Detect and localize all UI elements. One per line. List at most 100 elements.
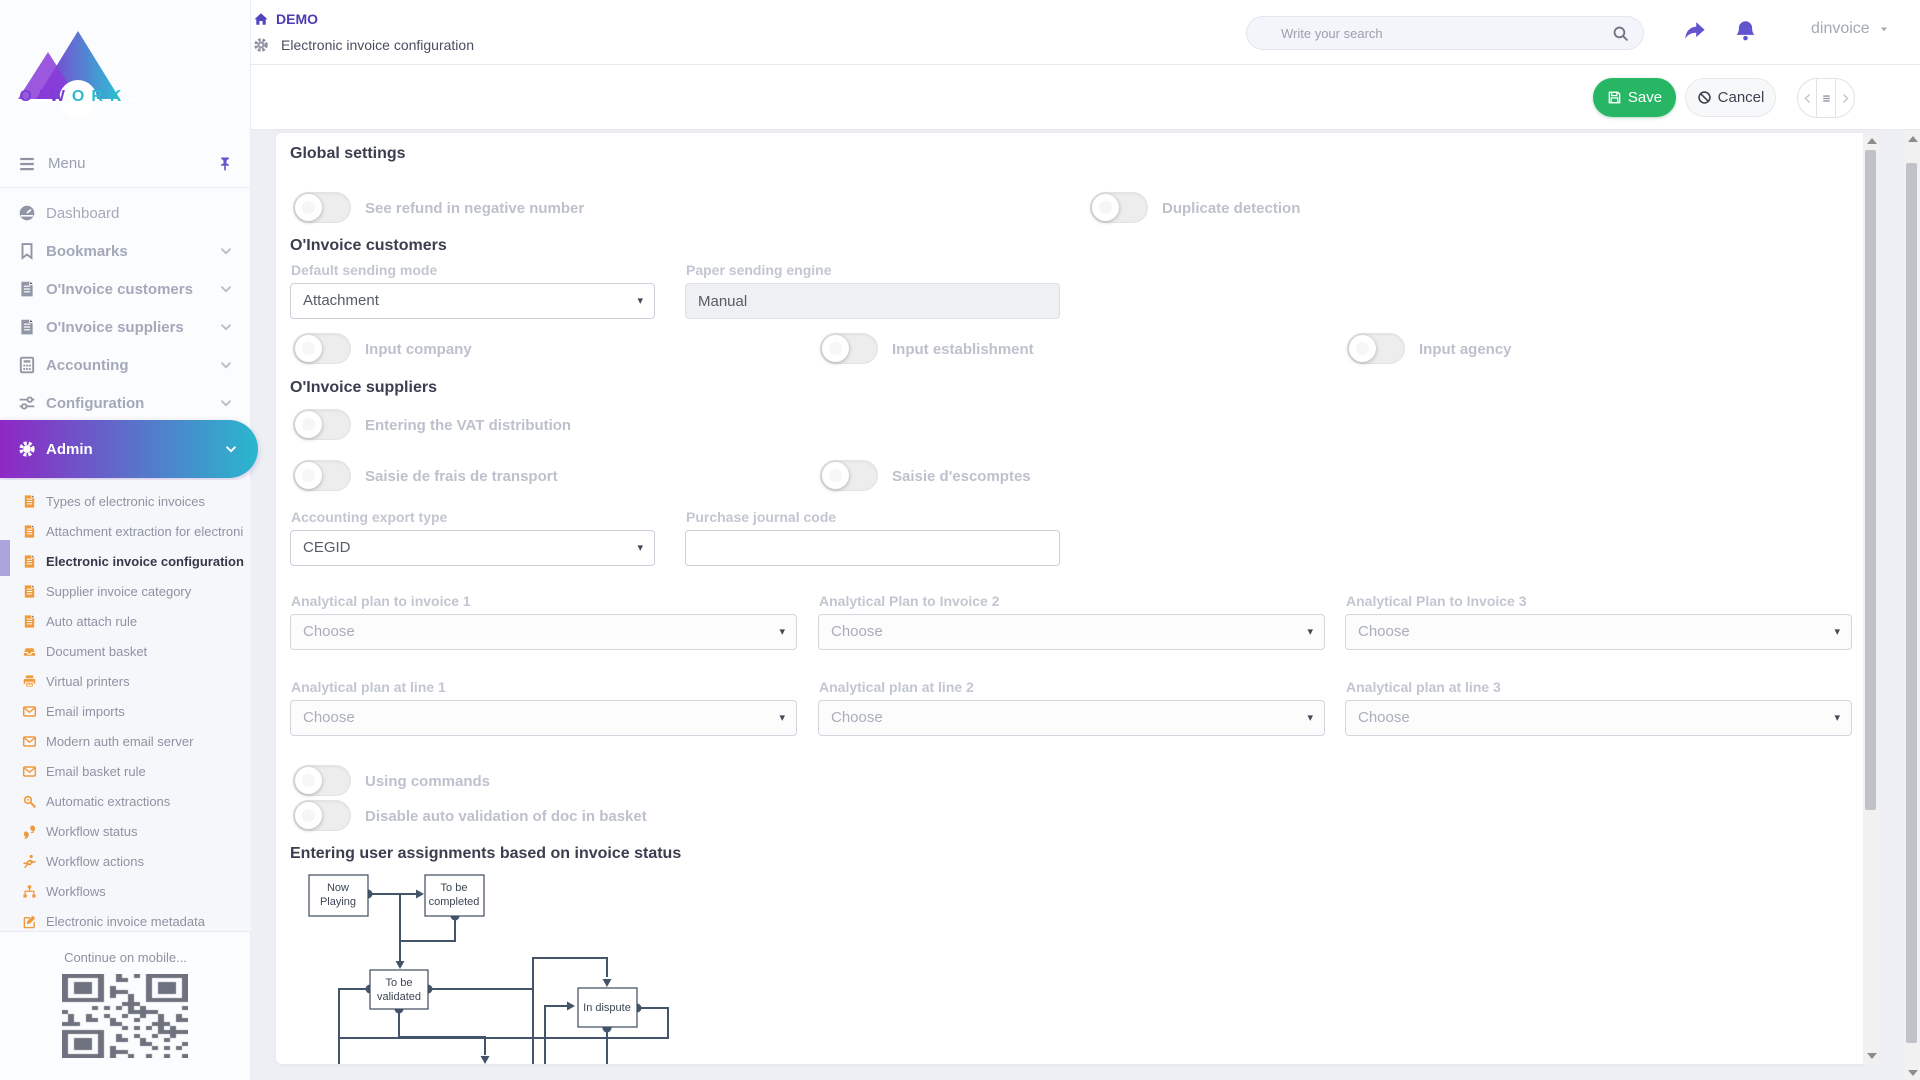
submenu-item-email-imports[interactable]: Email imports [0,696,251,726]
submenu-item-email-basket-rule[interactable]: Email basket rule [0,756,251,786]
analytical-plan-invoice-1-select[interactable]: Choose▾ [290,614,797,650]
panel-scrollbar[interactable] [1863,133,1879,1064]
toggle-label-input-establishment: Input establishment [892,341,1034,358]
svg-text:validated: validated [377,991,421,1003]
paper-sending-engine-input [685,283,1060,319]
submenu-item-auto-attach-rule[interactable]: Auto attach rule [0,606,251,636]
sidebar-nav: Dashboard Bookmarks O'Invoice customers … [0,194,251,422]
field-label-paper-sending-engine: Paper sending engine [686,262,831,278]
toggle-saisie-escomptes[interactable] [820,460,878,491]
select-caret-icon: ▾ [779,701,785,735]
bell-icon[interactable] [1734,19,1757,42]
breadcrumb-home[interactable]: DEMO [253,11,318,27]
page-title: Electronic invoice configuration [281,37,474,53]
toggle-label-disable-auto: Disable auto validation of doc in basket [365,808,647,825]
header-divider-top [251,64,1920,65]
workflow-node-to-be-validated[interactable] [370,970,428,1009]
chevron-down-icon [219,396,233,410]
toggle-label-refund: See refund in negative number [365,200,584,217]
svg-text:Playing: Playing [320,896,356,908]
breadcrumb-page: Electronic invoice configuration [253,37,474,53]
svg-text:In dispute: In dispute [583,1002,631,1014]
caret-down-icon [1878,23,1890,35]
select-caret-icon: ▾ [1307,615,1313,649]
chevron-down-icon [219,320,233,334]
default-sending-mode-select[interactable]: Attachment▾ [290,283,655,319]
sidebar-item-oinvoice-customers[interactable]: O'Invoice customers [0,270,251,308]
submenu-item-document-basket[interactable]: Document basket [0,636,251,666]
chevron-down-icon [224,442,238,456]
analytical-plan-line-2-select[interactable]: Choose▾ [818,700,1325,736]
search-bar [1246,16,1644,50]
toggle-using-commands[interactable] [293,765,351,796]
pager-list-button[interactable] [1816,79,1836,117]
purchase-journal-code-input[interactable] [685,530,1060,566]
save-button[interactable]: Save [1593,78,1676,117]
envelope-icon [22,764,37,779]
svg-text:To be: To be [441,882,468,894]
toggle-see-refund-negative[interactable] [293,192,351,223]
sidebar-item-configuration[interactable]: Configuration [0,384,251,422]
pin-sidebar-icon[interactable] [217,156,233,172]
analytical-plan-invoice-2-select[interactable]: Choose▾ [818,614,1325,650]
record-pager [1797,78,1855,118]
submenu-item-types-of-electronic-invoices[interactable]: Types of electronic invoices [0,486,251,516]
bookmark-icon [18,242,36,260]
file-icon [22,584,37,599]
cancel-button[interactable]: Cancel [1685,78,1776,117]
file-icon [22,524,37,539]
accounting-export-type-select[interactable]: CEGID▾ [290,530,655,566]
continue-on-mobile-text: Continue on mobile... [0,950,251,965]
sidebar-item-accounting[interactable]: Accounting [0,346,251,384]
share-icon[interactable] [1683,19,1706,42]
submenu-item-virtual-printers[interactable]: Virtual printers [0,666,251,696]
file-icon [18,318,36,336]
submenu-item-supplier-invoice-category[interactable]: Supplier invoice category [0,576,251,606]
toggle-duplicate-detection[interactable] [1090,192,1148,223]
inbox-icon [22,644,37,659]
toggle-input-company[interactable] [293,333,351,364]
submenu-item-modern-auth-email-server[interactable]: Modern auth email server [0,726,251,756]
sidebar-item-bookmarks[interactable]: Bookmarks [0,232,251,270]
toggle-disable-auto-validation[interactable] [293,800,351,831]
toggle-vat-distribution[interactable] [293,409,351,440]
select-caret-icon: ▾ [1834,615,1840,649]
toggle-input-establishment[interactable] [820,333,878,364]
app-logo[interactable]: O'WORK [14,4,134,116]
toggle-label-duplicate: Duplicate detection [1162,200,1300,217]
toggle-input-agency[interactable] [1347,333,1405,364]
submenu-item-attachment-extraction[interactable]: Attachment extraction for electroni [0,516,251,546]
pager-next-button[interactable] [1836,79,1854,117]
analytical-plan-line-3-select[interactable]: Choose▾ [1345,700,1852,736]
submenu-item-workflow-actions[interactable]: Workflow actions [0,846,251,876]
submenu-item-workflow-status[interactable]: Workflow status [0,816,251,846]
edit-icon [22,914,37,929]
toggle-saisie-frais-transport[interactable] [293,460,351,491]
pager-previous-button[interactable] [1798,79,1816,117]
workflow-diagram[interactable]: NowPlaying To becompleted To bevalidated… [300,872,700,1064]
submenu-item-electronic-invoice-metadata[interactable]: Electronic invoice metadata [0,906,251,932]
search-input[interactable] [1281,26,1612,41]
hamburger-icon[interactable] [18,155,36,173]
page-scrollbar[interactable] [1904,130,1920,1080]
submenu-item-automatic-extractions[interactable]: Automatic extractions [0,786,251,816]
search-icon[interactable] [1612,25,1629,42]
field-label-plan-invoice-1: Analytical plan to invoice 1 [291,593,471,609]
gear-icon [18,440,36,458]
sliders-icon [18,394,36,412]
user-menu[interactable]: dinvoice [1811,20,1890,38]
active-item-indicator [0,540,10,576]
field-label-plan-invoice-2: Analytical Plan to Invoice 2 [819,593,1000,609]
toggle-label-commands: Using commands [365,773,490,790]
main-content: Global settings See refund in negative n… [251,130,1920,1080]
sidebar-item-oinvoice-suppliers[interactable]: O'Invoice suppliers [0,308,251,346]
svg-text:Now: Now [327,882,349,894]
configuration-form-card: Global settings See refund in negative n… [276,133,1863,1064]
sidebar-item-dashboard[interactable]: Dashboard [0,194,251,232]
submenu-item-electronic-invoice-configuration[interactable]: Electronic invoice configuration [0,546,251,576]
sidebar-item-admin[interactable]: Admin [0,420,258,478]
analytical-plan-line-1-select[interactable]: Choose▾ [290,700,797,736]
toggle-label-vat: Entering the VAT distribution [365,417,571,434]
analytical-plan-invoice-3-select[interactable]: Choose▾ [1345,614,1852,650]
submenu-item-workflows[interactable]: Workflows [0,876,251,906]
